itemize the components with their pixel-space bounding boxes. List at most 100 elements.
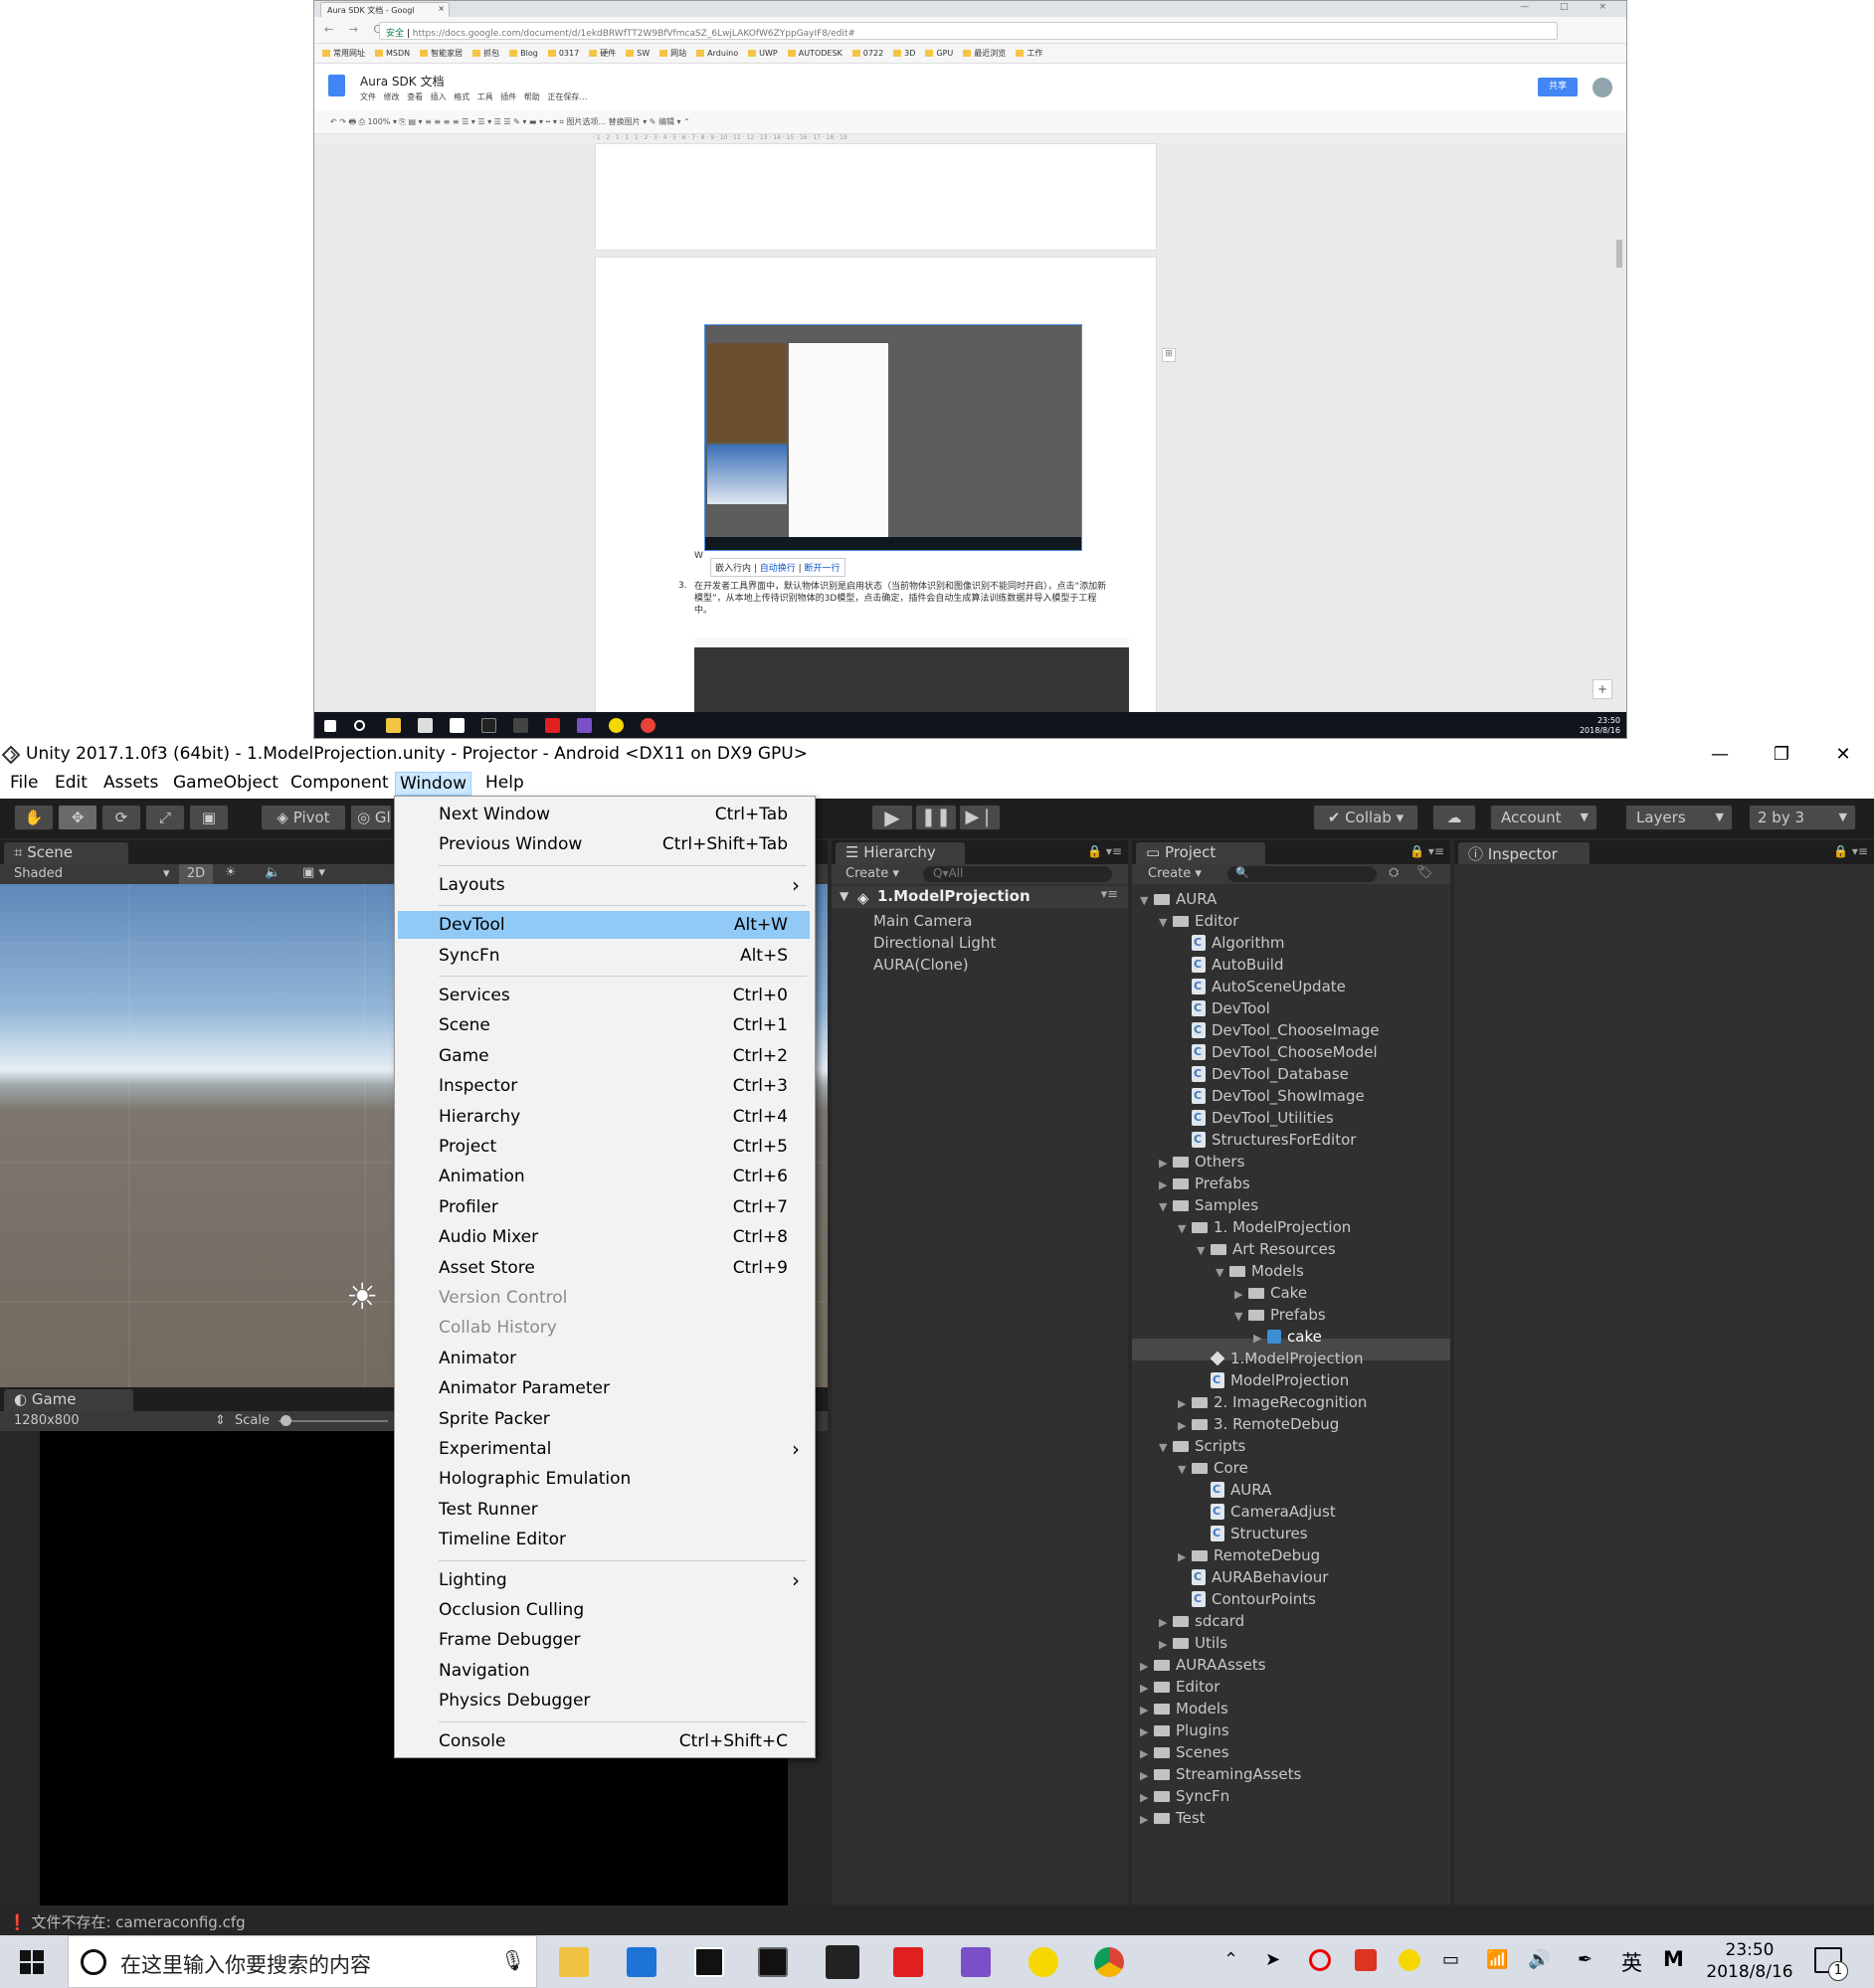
- visual-studio-icon[interactable]: [961, 1947, 991, 1977]
- tree-item[interactable]: Structures: [1140, 1523, 1380, 1544]
- list-item[interactable]: Main Camera: [873, 910, 996, 932]
- tree-item[interactable]: DevTool_ChooseModel: [1140, 1041, 1380, 1063]
- bookmark-item[interactable]: MSDN: [375, 49, 410, 58]
- share-button[interactable]: 共享: [1538, 78, 1578, 96]
- expand-arrow-icon[interactable]: ▶: [1234, 1284, 1248, 1306]
- tree-item[interactable]: ▶ Test: [1140, 1807, 1380, 1829]
- expand-arrow-icon[interactable]: ▶: [1159, 1153, 1173, 1175]
- tree-item[interactable]: ▼ Editor: [1140, 910, 1380, 932]
- expand-arrow-icon[interactable]: ▶: [1253, 1328, 1267, 1350]
- address-bar[interactable]: 安全 | https://docs.google.com/document/d/…: [379, 22, 1558, 40]
- tree-item[interactable]: AutoBuild: [1140, 954, 1380, 976]
- wrap-auto[interactable]: 自动换行: [760, 564, 796, 574]
- netease-music-icon[interactable]: [893, 1947, 923, 1977]
- tab-hierarchy[interactable]: ☰ Hierarchy: [836, 842, 965, 864]
- menu-item-hierarchy[interactable]: Hierarchy Ctrl+4: [398, 1103, 810, 1131]
- tree-item[interactable]: StructuresForEditor: [1140, 1129, 1380, 1151]
- panel-menu-icon[interactable]: 🔒 ▾≡: [1087, 844, 1122, 858]
- menu-item-scene[interactable]: Scene Ctrl+1: [398, 1011, 810, 1039]
- step-button[interactable]: ▶❘: [959, 805, 1001, 830]
- tree-item[interactable]: ▶ Utils: [1140, 1632, 1380, 1654]
- expand-arrow-icon[interactable]: ▶: [1178, 1546, 1192, 1568]
- sticky-notes-icon[interactable]: [694, 1947, 724, 1977]
- menu-item-inspector[interactable]: Inspector Ctrl+3: [398, 1072, 810, 1100]
- tree-item[interactable]: ▼ Art Resources: [1140, 1238, 1380, 1260]
- panel-menu-icon[interactable]: 🔒 ▾≡: [1833, 844, 1868, 858]
- doc-selected-image[interactable]: [704, 324, 1082, 551]
- tree-item[interactable]: ▶ 3. RemoteDebug: [1140, 1413, 1380, 1435]
- expand-arrow-icon[interactable]: ▶: [1159, 1634, 1173, 1656]
- menu-item-profiler[interactable]: Profiler Ctrl+7: [398, 1193, 810, 1221]
- tree-item[interactable]: ▼ 1. ModelProjection: [1140, 1216, 1380, 1238]
- bookmark-item[interactable]: 抓包: [472, 49, 499, 58]
- menu-item-syncfn[interactable]: SyncFn Alt+S: [398, 942, 810, 970]
- expand-arrow-icon[interactable]: ▶: [1140, 1721, 1154, 1743]
- global-toggle[interactable]: ◎ Gl: [350, 805, 392, 830]
- tree-item[interactable]: ▶ Models: [1140, 1698, 1380, 1719]
- tree-item[interactable]: AutoSceneUpdate: [1140, 976, 1380, 997]
- menu-item-animation[interactable]: Animation Ctrl+6: [398, 1163, 810, 1190]
- expand-arrow-icon[interactable]: ▼: [1216, 1262, 1229, 1284]
- bookmark-item[interactable]: Arduino: [696, 49, 738, 58]
- layers-dropdown[interactable]: Layers ▼: [1625, 805, 1733, 830]
- hand-tool-icon[interactable]: ✋: [14, 805, 54, 830]
- wifi-icon[interactable]: 📶: [1486, 1949, 1508, 1970]
- rotate-tool-icon[interactable]: ⟳: [101, 805, 141, 830]
- menu-component[interactable]: Component: [286, 772, 393, 794]
- bookmark-item[interactable]: 智能家居: [420, 49, 463, 58]
- taskbar-search[interactable]: 在这里输入你要搜索的内容 🎙: [68, 1935, 537, 1988]
- close-button[interactable]: ✕: [1812, 741, 1874, 769]
- menu-item-holographic-emulation[interactable]: Holographic Emulation: [398, 1465, 810, 1493]
- tree-item[interactable]: ▶ 2. ImageRecognition: [1140, 1391, 1380, 1413]
- bookmark-item[interactable]: SW: [626, 49, 650, 58]
- menu-file[interactable]: File: [6, 772, 42, 794]
- create-dropdown[interactable]: Create ▾: [1148, 866, 1202, 881]
- expand-arrow-icon[interactable]: ▶: [1140, 1765, 1154, 1787]
- tree-item[interactable]: Algorithm: [1140, 932, 1380, 954]
- expand-arrow-icon[interactable]: ▶: [1159, 1175, 1173, 1196]
- expand-arrow-icon[interactable]: ▼: [1159, 912, 1173, 934]
- tray-netease-icon[interactable]: [1355, 1949, 1377, 1971]
- expand-arrow-icon[interactable]: ▶: [1140, 1700, 1154, 1721]
- directional-light-gizmo-icon[interactable]: ☀: [346, 1280, 386, 1316]
- expand-arrow-icon[interactable]: ▼: [1178, 1218, 1192, 1240]
- tab-scene[interactable]: ⌗ Scene: [4, 842, 128, 864]
- tab-project[interactable]: ▭ Project: [1136, 842, 1265, 864]
- create-dropdown[interactable]: Create ▾: [845, 866, 899, 881]
- audio-toggle-icon[interactable]: 🔈: [265, 865, 281, 880]
- file-explorer-icon[interactable]: [559, 1947, 589, 1977]
- scale-slider[interactable]: [279, 1420, 388, 1422]
- resolution-dropdown[interactable]: 1280x800: [14, 1413, 80, 1428]
- bookmark-item[interactable]: 最近浏览: [963, 49, 1006, 58]
- tree-item[interactable]: ▼ Prefabs: [1140, 1304, 1380, 1326]
- tray-app-icon[interactable]: ➤: [1265, 1949, 1280, 1970]
- menu-item-physics-debugger[interactable]: Physics Debugger: [398, 1687, 810, 1715]
- tree-item[interactable]: ▶ StreamingAssets: [1140, 1763, 1380, 1785]
- menu-help[interactable]: Help: [481, 772, 528, 794]
- ime-mode-icon[interactable]: M: [1663, 1947, 1684, 1971]
- bookmark-item[interactable]: UWP: [748, 49, 778, 58]
- rect-tool-icon[interactable]: ▣: [189, 805, 229, 830]
- tree-item[interactable]: ▶ RemoteDebug: [1140, 1544, 1380, 1566]
- filter-by-type-icon[interactable]: ⛭: [1389, 865, 1399, 880]
- docs-toolbar[interactable]: ↶ ↷ 🖶 ⎙ 100% ▾ ⎘ ▤ ▾ ≡ ≡ ≡ ≡ ☰ ▾ ☰ ▾ ☰ ☰…: [314, 110, 1626, 134]
- pen-icon[interactable]: ✒: [1578, 1949, 1593, 1970]
- clock[interactable]: 23:50 2018/8/16: [1705, 1939, 1794, 1983]
- tray-overflow-icon[interactable]: ⌃: [1223, 1949, 1238, 1970]
- tree-item[interactable]: ▼ AURA: [1140, 888, 1380, 910]
- tab-game[interactable]: ◐ Game: [4, 1389, 133, 1411]
- tree-item[interactable]: AURABehaviour: [1140, 1566, 1380, 1588]
- docs-logo-icon[interactable]: [328, 75, 345, 96]
- doc-title[interactable]: Aura SDK 文档: [360, 73, 444, 90]
- minimize-button[interactable]: —: [1689, 741, 1751, 769]
- tree-item[interactable]: ▶ Cake: [1140, 1282, 1380, 1304]
- menu-item-console[interactable]: Console Ctrl+Shift+C: [398, 1727, 810, 1755]
- tree-item[interactable]: ▶ Others: [1140, 1151, 1380, 1173]
- expand-arrow-icon[interactable]: ▼: [1140, 890, 1154, 912]
- menu-item-asset-store[interactable]: Asset Store Ctrl+9: [398, 1254, 810, 1282]
- expand-arrow-icon[interactable]: ▼: [1234, 1306, 1248, 1328]
- image-wrap-options[interactable]: 嵌入行内 | 自动换行 | 断开一行: [710, 558, 845, 577]
- tree-item[interactable]: ContourPoints: [1140, 1588, 1380, 1610]
- menu-item-test-runner[interactable]: Test Runner: [398, 1496, 810, 1524]
- filter-by-label-icon[interactable]: 🏷: [1416, 865, 1433, 880]
